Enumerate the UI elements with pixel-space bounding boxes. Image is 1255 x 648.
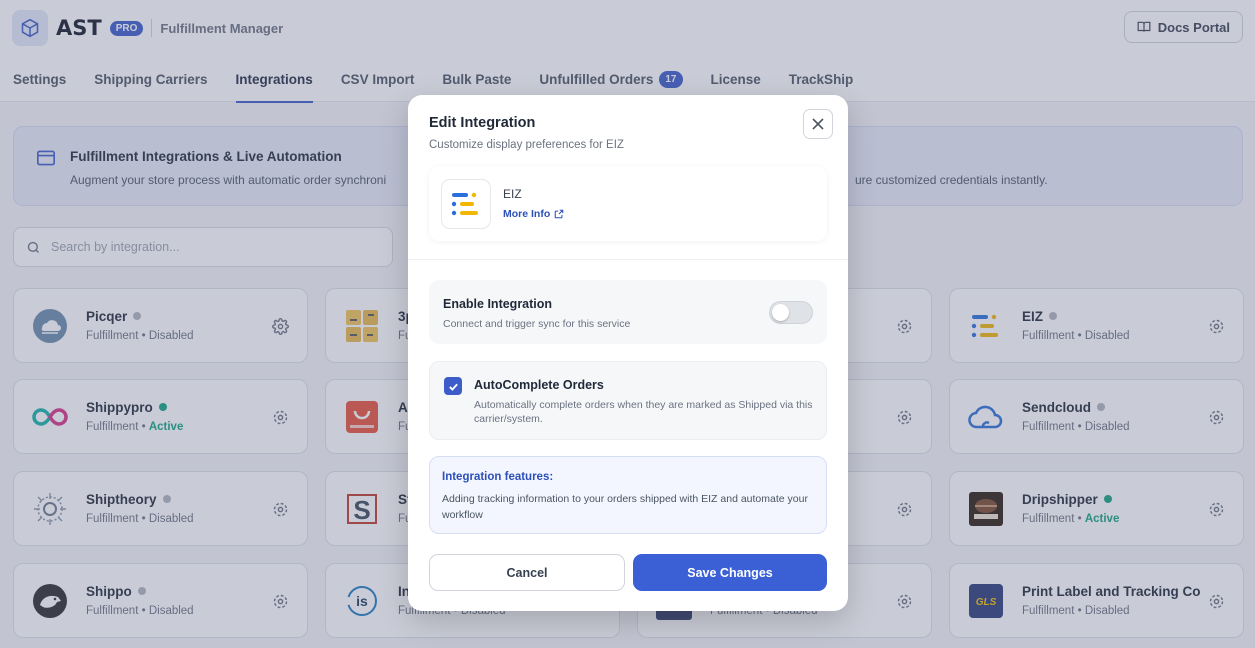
integration-info-card: EIZ More Info bbox=[429, 166, 827, 241]
check-icon bbox=[448, 383, 458, 391]
enable-description: Connect and trigger sync for this servic… bbox=[443, 318, 631, 330]
autocomplete-title: AutoComplete Orders bbox=[474, 378, 604, 392]
modal-title: Edit Integration bbox=[429, 115, 536, 131]
more-info-link[interactable]: More Info bbox=[503, 208, 564, 220]
close-button[interactable] bbox=[803, 109, 833, 139]
integration-features-box: Integration features: Adding tracking in… bbox=[429, 456, 827, 534]
autocomplete-description: Automatically complete orders when they … bbox=[474, 399, 813, 426]
eiz-logo-icon bbox=[441, 179, 491, 229]
modal-subtitle: Customize display preferences for EIZ bbox=[429, 139, 624, 151]
features-description: Adding tracking information to your orde… bbox=[442, 493, 808, 521]
enable-title: Enable Integration bbox=[443, 297, 553, 311]
autocomplete-row: AutoComplete Orders Automatically comple… bbox=[429, 361, 827, 440]
external-link-icon bbox=[554, 209, 564, 219]
edit-integration-modal: Edit Integration Customize display prefe… bbox=[408, 95, 848, 611]
more-info-label: More Info bbox=[503, 208, 551, 220]
modal-divider bbox=[408, 259, 848, 260]
close-icon bbox=[812, 118, 824, 130]
enable-integration-row: Enable Integration Connect and trigger s… bbox=[429, 280, 827, 344]
integration-name: EIZ bbox=[503, 187, 522, 201]
enable-integration-toggle[interactable] bbox=[769, 301, 813, 324]
autocomplete-checkbox[interactable] bbox=[444, 377, 462, 395]
cancel-button[interactable]: Cancel bbox=[429, 554, 625, 591]
save-changes-button[interactable]: Save Changes bbox=[633, 554, 827, 591]
features-title: Integration features: bbox=[442, 471, 554, 483]
